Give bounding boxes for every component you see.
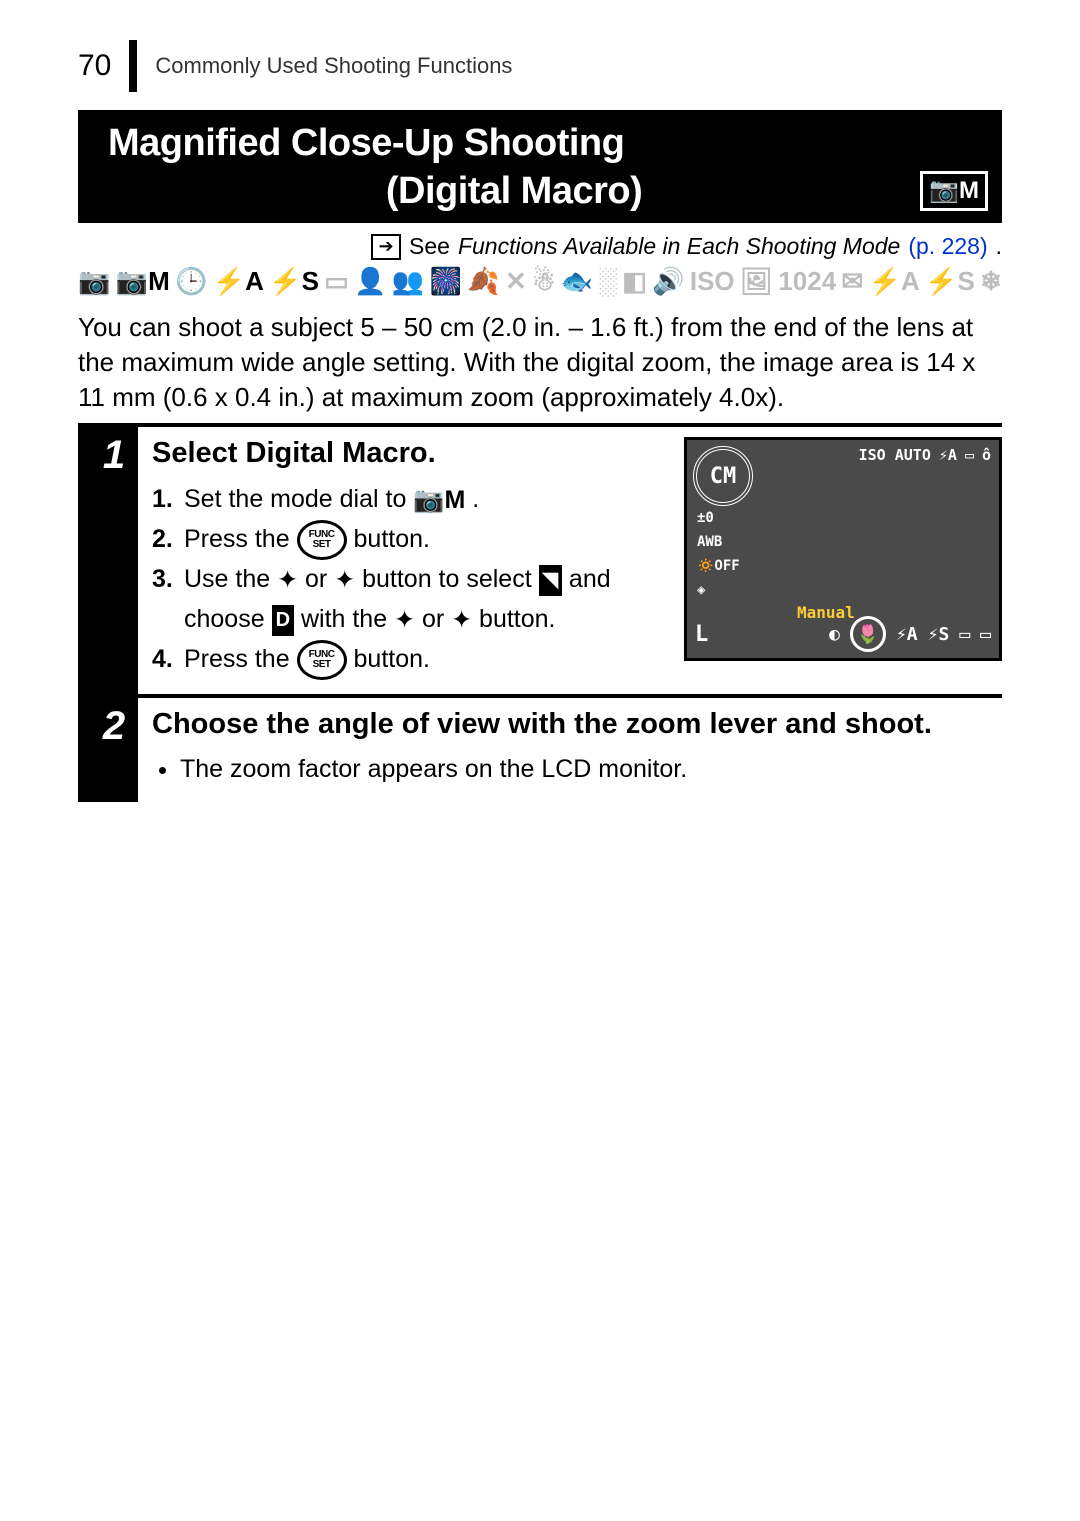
substep: 1. Set the mode dial to 📷M .: [152, 480, 672, 520]
lcd-left-column: ±0 AWB 🔅OFF ◈: [697, 510, 740, 598]
mode-icon-disabled: 🍂: [467, 268, 499, 294]
step-heading: Select Digital Macro.: [152, 437, 672, 470]
substep: 3. Use the ✦ or ✦ button to select ◥ and…: [152, 560, 672, 640]
mode-icon-disabled: ✕: [505, 268, 527, 294]
mode-icon-disabled: 🎆: [430, 268, 462, 294]
see-also-text: Functions Available in Each Shooting Mod…: [458, 233, 900, 260]
section-title-line1: Magnified Close-Up Shooting: [108, 120, 988, 168]
mode-icon: 🕒: [175, 268, 207, 294]
lcd-icon: ISO AUTO: [859, 446, 931, 464]
lcd-icon: ◐: [829, 624, 840, 645]
mode-icon-disabled: ✉: [841, 268, 863, 294]
lcd-icon: ⚡S: [928, 624, 950, 645]
page-number: 70: [78, 49, 111, 83]
mode-icon-disabled: 1024: [778, 268, 836, 294]
mode-icon-disabled: 🔊: [652, 268, 684, 294]
intro-paragraph: You can shoot a subject 5 – 50 cm (2.0 i…: [78, 310, 1002, 415]
see-also-line: ➔ See Functions Available in Each Shooti…: [78, 233, 1002, 260]
lcd-icon: AWB: [697, 534, 740, 550]
step-number: 2: [90, 698, 138, 801]
digital-macro-icon: ◥: [539, 565, 562, 596]
lcd-icon: ▭: [965, 446, 974, 464]
lcd-icon: ô: [982, 446, 991, 464]
mode-icon-disabled: 👥: [392, 268, 424, 294]
see-also-period: .: [996, 233, 1002, 260]
mode-icon: ⚡A: [213, 268, 264, 294]
macro-d-box-icon: D: [272, 605, 294, 636]
step-2: 2 Choose the angle of view with the zoom…: [90, 694, 1002, 801]
lcd-icon: ▭: [980, 624, 991, 645]
page-header: 70 Commonly Used Shooting Functions: [78, 40, 1002, 92]
mode-icon: 📷M: [116, 268, 170, 294]
lcd-macro-selected-icon: 🌷: [850, 616, 886, 652]
lcd-bottom-row: L ◐ 🌷 ⚡A ⚡S ▭ ▭: [695, 616, 991, 652]
mode-icon-disabled: ⚡A: [869, 268, 920, 294]
mode-icon-disabled: 🖼: [740, 268, 773, 294]
see-also-page-ref[interactable]: (p. 228): [908, 233, 987, 260]
camera-m-icon: 📷M: [920, 171, 988, 211]
step-bullets: The zoom factor appears on the LCD monit…: [152, 751, 1002, 787]
steps-container: 1 Select Digital Macro. 1. Set the mode …: [78, 423, 1002, 801]
lcd-icon: ▭: [959, 624, 970, 645]
mode-icon: 📷: [78, 268, 110, 294]
mode-icon-disabled: ◧: [622, 268, 647, 294]
see-also-prefix: See: [409, 233, 450, 260]
camera-m-icon: 📷M: [413, 481, 465, 520]
substep: 4. Press the FUNCSET button.: [152, 640, 672, 680]
step-heading: Choose the angle of view with the zoom l…: [152, 708, 1002, 741]
mode-icon-disabled: ❄: [980, 268, 1002, 294]
mode-icon-disabled: ░: [598, 268, 616, 294]
lcd-top-right-icons: ISO AUTO ⚡A ▭ ô: [859, 446, 991, 464]
mode-icon-disabled: ISO: [690, 268, 735, 294]
step-number: 1: [90, 427, 138, 694]
lcd-preview: CM ISO AUTO ⚡A ▭ ô ±0 AWB 🔅OFF ◈: [684, 437, 1002, 661]
mode-icon-disabled: ☃: [532, 268, 555, 294]
mode-icon-disabled: ⚡S: [925, 268, 975, 294]
lcd-icon: ◈: [697, 582, 740, 598]
arrow-left-icon: ✦: [394, 601, 415, 640]
lcd-icon: ±0: [697, 510, 740, 526]
header-divider: [129, 40, 137, 92]
substep: 2. Press the FUNCSET button.: [152, 520, 672, 560]
lcd-icon: ⚡A: [896, 624, 918, 645]
mode-icon-disabled: 🐟: [561, 268, 593, 294]
section-title-block: Magnified Close-Up Shooting (Digital Mac…: [78, 110, 1002, 223]
func-set-button-icon: FUNCSET: [297, 520, 347, 560]
arrow-right-box-icon: ➔: [371, 234, 401, 260]
mode-icon-disabled: ▭: [324, 268, 349, 294]
mode-icon: ⚡S: [269, 268, 319, 294]
arrow-down-icon: ✦: [334, 561, 355, 600]
lcd-icon: ⚡A: [939, 446, 957, 464]
step-1: 1 Select Digital Macro. 1. Set the mode …: [90, 423, 1002, 694]
substep-list: 1. Set the mode dial to 📷M . 2. Press th…: [152, 480, 672, 680]
arrow-right-icon: ✦: [451, 601, 472, 640]
manual-page: 70 Commonly Used Shooting Functions Magn…: [0, 0, 1080, 1521]
func-set-button-icon: FUNCSET: [297, 640, 347, 680]
mode-icon-disabled: 👤: [354, 268, 386, 294]
bullet-item: The zoom factor appears on the LCD monit…: [180, 751, 1002, 787]
lcd-selected-mode: CM: [693, 446, 753, 506]
lcd-size-icon: L: [695, 622, 708, 647]
lcd-icon: 🔅OFF: [697, 558, 740, 574]
arrow-up-icon: ✦: [277, 561, 298, 600]
breadcrumb: Commonly Used Shooting Functions: [155, 53, 512, 79]
shooting-mode-row: 📷 📷M 🕒 ⚡A ⚡S ▭ 👤 👥 🎆 🍂 ✕ ☃ 🐟 ░ ◧ 🔊 ISO 🖼…: [78, 268, 1002, 294]
section-title-line2: (Digital Macro): [386, 168, 642, 216]
